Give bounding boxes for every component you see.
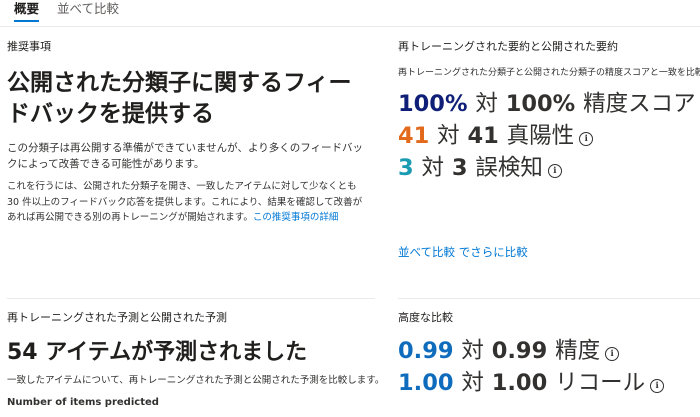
compare-more-link[interactable]: でさらに比較 (459, 245, 528, 259)
card-title: 高度な比較 (398, 311, 453, 324)
predicted-count-label: Number of items predicted (7, 396, 159, 408)
compare-links: 並べて比較 でさらに比較 (398, 244, 528, 260)
metric-label: 精度 (555, 338, 601, 364)
card-title: 再トレーニングされた予測と公開された予測 (7, 311, 227, 324)
info-icon[interactable]: i (605, 347, 620, 362)
metric-list: 0.99 対 0.99 精度 i 1.00 対 1.00 リコール i (398, 335, 700, 399)
metric-left-value: 3 (398, 154, 414, 181)
tab-side-by-side[interactable]: 並べて比較 (57, 0, 119, 17)
compare-side-by-side-link[interactable]: 並べて比較 (398, 245, 455, 259)
summary-subtitle: 再トレーニングされた分類子と公開された分類子の精度スコアと一致を比較します (398, 68, 700, 78)
metric-right-value: 0.99 (491, 338, 548, 364)
predictions-headline: 54 アイテムが予測されました (7, 340, 308, 365)
metric-vs: 対 (461, 370, 484, 396)
metric-right-value: 41 (467, 122, 499, 149)
metric-label: リコール (555, 370, 646, 396)
tab-bar: 概要 並べて比較 (0, 0, 700, 24)
metric-vs: 対 (437, 122, 460, 149)
metric-vs: 対 (475, 90, 498, 117)
metric-vs: 対 (461, 338, 484, 364)
metric-label: 精度スコア (583, 90, 696, 117)
info-icon[interactable]: i (579, 131, 594, 146)
summary-card: 再トレーニングされた要約と公開された要約 再トレーニングされた分類子と公開された… (398, 40, 700, 259)
metric-right-value: 100% (505, 90, 576, 117)
predictions-card: 再トレーニングされた予測と公開された予測 54 アイテムが予測されました 一致し… (7, 311, 385, 408)
metric-accuracy: 100% 対 100% 精度スコア (398, 88, 700, 120)
metric-right-value: 3 (451, 154, 468, 181)
recommendation-description: この分類子は再公開する準備ができていませんが、より多くのフィードバックによって改… (7, 142, 364, 170)
info-icon[interactable]: i (650, 379, 665, 394)
recommendation-card: 推奨事項 公開された分類子に関するフィードバックを提供する この分類子は再公開す… (7, 40, 367, 226)
metric-left-value: 41 (398, 122, 430, 149)
recommendation-headline: 公開された分類子に関するフィードバックを提供する (7, 70, 352, 127)
card-title: 推奨事項 (7, 40, 51, 53)
info-icon[interactable]: i (547, 163, 562, 178)
tab-divider (0, 26, 700, 27)
metric-right-value: 1.00 (491, 370, 548, 396)
tab-overview[interactable]: 概要 (14, 0, 40, 22)
metric-true-positive: 41 対 41 真陽性 i (398, 120, 700, 152)
metric-label: 真陽性 (506, 122, 575, 149)
metric-left-value: 0.99 (398, 338, 454, 364)
metric-vs: 対 (421, 154, 445, 181)
metric-label: 誤検知 (475, 154, 543, 181)
recommendation-details-link[interactable]: この推奨事項の詳細 (253, 212, 339, 223)
metric-precision: 0.99 対 0.99 精度 i (398, 335, 700, 367)
recommendation-instructions: これを行うには、公開された分類子を開き、一致したアイテムに対して少なくとも 30… (7, 179, 367, 226)
predictions-description: 一致したアイテムについて、再トレーニングされた予測と公開された予測を比較します。 (7, 375, 385, 386)
advanced-card: 高度な比較 0.99 対 0.99 精度 i 1.00 対 1.00 リコール i (398, 311, 700, 399)
metric-false-positive: 3 対 3 誤検知 i (398, 152, 700, 184)
row-divider (398, 298, 700, 299)
card-title: 再トレーニングされた要約と公開された要約 (398, 40, 618, 53)
metric-recall: 1.00 対 1.00 リコール i (398, 367, 700, 399)
metric-left-value: 100% (398, 90, 468, 117)
metric-list: 100% 対 100% 精度スコア 41 対 41 真陽性 i 3 対 3 誤検知… (398, 88, 700, 184)
metric-left-value: 1.00 (398, 370, 454, 396)
row-divider (7, 298, 375, 299)
